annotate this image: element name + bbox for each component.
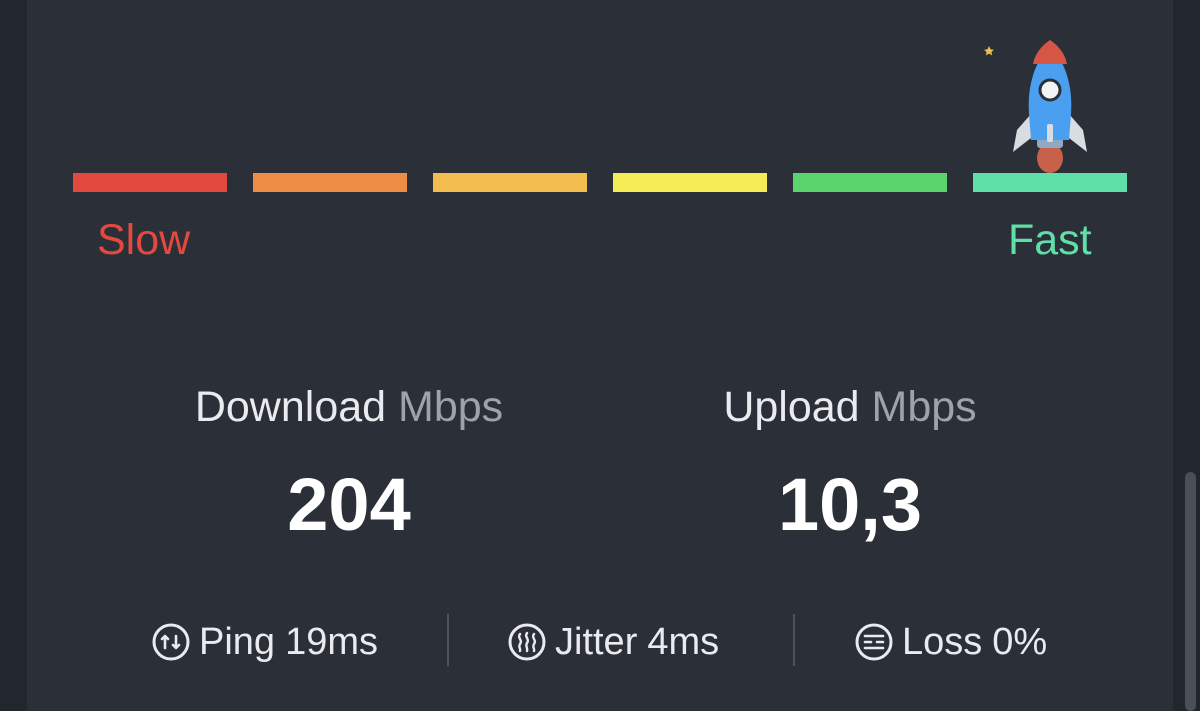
loss-stat: Loss 0% <box>854 615 1047 669</box>
scale-segment-4 <box>613 173 767 192</box>
ping-icon <box>151 622 191 662</box>
fast-label: Fast <box>1008 216 1092 264</box>
scale-segment-5 <box>793 173 947 192</box>
upload-unit: Mbps <box>871 383 977 431</box>
jitter-icon <box>507 622 547 662</box>
left-edge <box>0 0 27 711</box>
loss-icon <box>854 622 894 662</box>
stats-divider-1 <box>447 614 449 666</box>
download-unit: Mbps <box>398 383 504 431</box>
scale-segment-3 <box>433 173 587 192</box>
download-heading: Download Mbps <box>99 381 599 433</box>
scale-segment-1 <box>73 173 227 192</box>
upload-heading: Upload Mbps <box>600 381 1100 433</box>
stats-divider-2 <box>793 614 795 666</box>
loss-value: 0% <box>992 620 1048 663</box>
slow-label: Slow <box>97 216 191 264</box>
loss-label: Loss <box>902 620 983 663</box>
download-value: 204 <box>287 463 411 546</box>
jitter-label: Jitter <box>555 620 638 663</box>
ping-stat: Ping 19ms <box>151 615 378 669</box>
scrollbar-thumb[interactable] <box>1185 472 1196 711</box>
jitter-stat: Jitter 4ms <box>507 615 719 669</box>
upload-value: 10,3 <box>777 463 923 546</box>
ping-label: Ping <box>199 620 276 663</box>
ping-value: 19ms <box>285 620 378 663</box>
upload-label: Upload <box>723 383 860 431</box>
download-label: Download <box>194 383 387 431</box>
jitter-value: 4ms <box>647 620 720 663</box>
rocket-icon <box>975 34 1125 176</box>
scale-segment-2 <box>253 173 407 192</box>
